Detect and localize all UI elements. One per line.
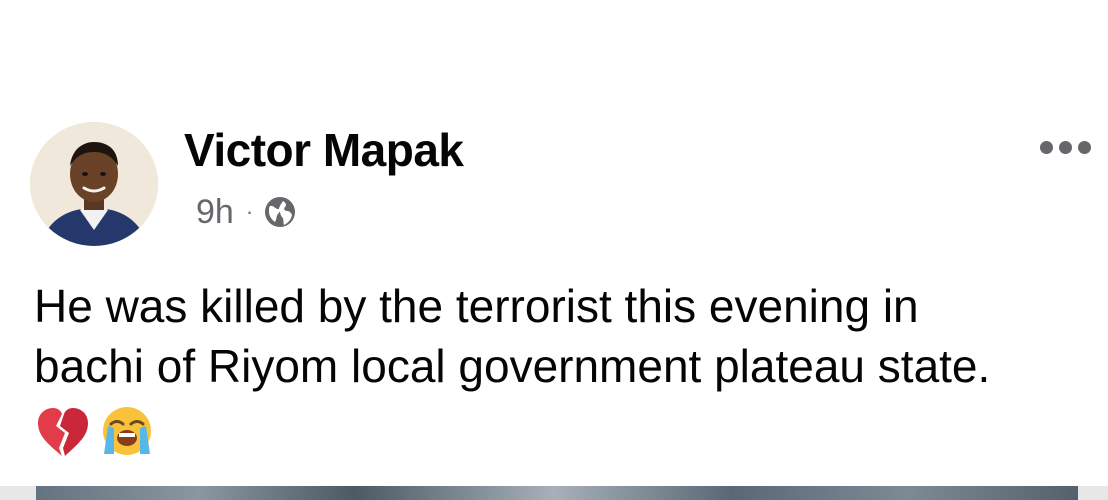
more-options-icon <box>1040 140 1053 154</box>
post-media-image[interactable] <box>0 486 1108 500</box>
post-text: He was killed by the terrorist this even… <box>34 276 1094 396</box>
meta-separator: · <box>245 199 254 224</box>
broken-heart-emoji <box>38 408 88 456</box>
post-timestamp[interactable]: 9h <box>196 190 234 234</box>
media-edge <box>0 486 36 500</box>
post-meta: 9h · <box>196 190 297 234</box>
more-options-icon <box>1078 140 1091 154</box>
emoji-row <box>34 404 156 460</box>
more-options-icon <box>1059 140 1072 154</box>
globe-icon[interactable] <box>263 195 297 229</box>
avatar[interactable] <box>30 122 158 246</box>
author-name[interactable]: Victor Mapak <box>184 124 464 176</box>
more-options-button[interactable] <box>1040 132 1104 162</box>
avatar-photo <box>30 122 158 246</box>
loudly-crying-face-emoji <box>103 407 151 455</box>
facebook-post: Victor Mapak 9h · He was killed by the t… <box>0 0 1108 500</box>
post-text-line: He was killed by the terrorist this even… <box>34 280 919 332</box>
media-edge <box>1078 486 1108 500</box>
post-text-line: bachi of Riyom local government plateau … <box>34 340 991 392</box>
